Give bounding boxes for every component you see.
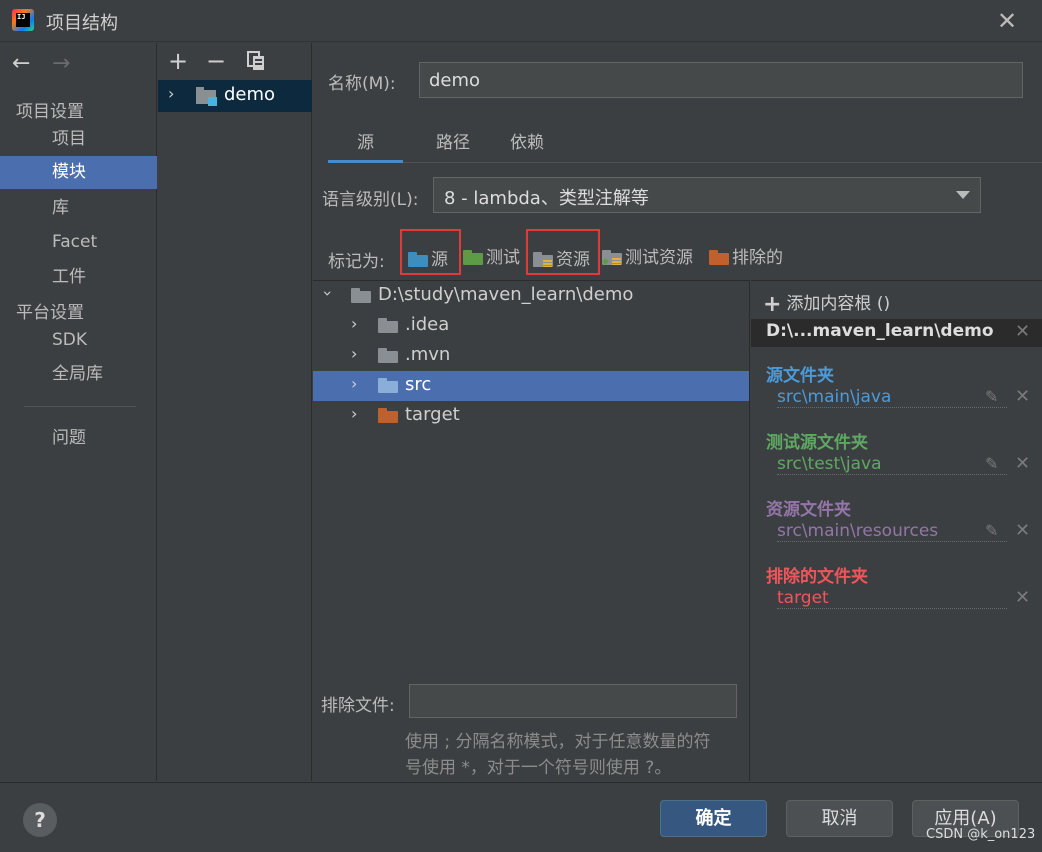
module-name: demo — [224, 84, 276, 105]
excluded-folders-title: 排除的文件夹 — [766, 567, 868, 587]
remove-icon[interactable]: ✕ — [1015, 453, 1030, 474]
nav-section-project-settings: 项目设置 — [16, 102, 84, 122]
edit-pencil-icon[interactable]: ✎ — [985, 387, 998, 406]
module-list-panel: + − › demo — [158, 43, 312, 781]
title-bar: IJ 项目结构 ✕ — [0, 0, 1042, 42]
chevron-right-icon[interactable]: › — [351, 314, 357, 333]
test-source-folders-title: 测试源文件夹 — [766, 433, 868, 453]
chevron-right-icon[interactable]: › — [168, 84, 174, 103]
nav-item-libraries[interactable]: 库 — [0, 192, 157, 225]
language-level-label: 语言级别(L): — [322, 190, 419, 210]
chevron-right-icon[interactable]: › — [351, 374, 357, 393]
forward-arrow-icon[interactable]: → — [52, 51, 70, 77]
ok-button[interactable]: 确定 — [660, 800, 767, 837]
intellij-logo-icon: IJ — [12, 9, 34, 31]
nav-divider — [24, 406, 136, 407]
folder-icon — [351, 288, 371, 308]
test-folder-icon — [463, 250, 483, 265]
module-tabs: 源 路径 依赖 — [328, 127, 1042, 163]
chevron-right-icon[interactable]: › — [351, 404, 357, 423]
remove-icon[interactable]: ✕ — [1015, 520, 1030, 541]
remove-module-button[interactable]: − — [203, 48, 229, 74]
exclude-hint: 使用 ; 分隔名称模式，对于任意数量的符 — [405, 732, 711, 752]
tab-paths[interactable]: 路径 — [416, 127, 490, 163]
tree-label: target — [405, 404, 460, 425]
content-root-path: D:\...maven_learn\demo — [766, 321, 994, 341]
plus-icon: + — [763, 292, 782, 317]
content-roots-panel: + 添加内容根 () D:\...maven_learn\demo ✕ 源文件夹 … — [751, 280, 1042, 781]
close-icon[interactable]: ✕ — [994, 8, 1020, 34]
tree-label: .idea — [405, 314, 450, 335]
nav-section-platform-settings: 平台设置 — [16, 303, 84, 323]
content-root-header: D:\...maven_learn\demo ✕ — [751, 319, 1042, 347]
tree-label: .mvn — [405, 344, 451, 365]
source-folder-path: src\main\java — [777, 387, 1007, 408]
chevron-right-icon[interactable]: › — [351, 344, 357, 363]
folder-icon — [378, 318, 398, 338]
language-level-value: 8 - lambda、类型注解等 — [444, 188, 649, 209]
resource-folder-path: src\main\resources — [777, 521, 1007, 542]
mark-as-test-resources-button[interactable]: 测试资源 — [602, 243, 693, 269]
tree-row-root[interactable]: › D:\study\maven_learn\demo — [313, 281, 749, 311]
folder-icon — [378, 378, 398, 398]
test-source-folder-path: src\test\java — [777, 454, 1007, 475]
mark-as-sources-button[interactable]: 源 — [400, 229, 461, 275]
mark-as-excluded-button[interactable]: 排除的 — [709, 243, 783, 269]
module-settings-panel: 名称(M): 源 路径 依赖 语言级别(L): 8 - lambda、类型注解等… — [313, 43, 1042, 781]
cancel-button[interactable]: 取消 — [786, 800, 893, 837]
help-button[interactable]: ? — [23, 803, 57, 837]
test-resource-folder-icon — [602, 250, 622, 265]
watermark: CSDN @k_on123 — [926, 827, 1036, 842]
exclude-hint: 号使用 *，对于一个符号则使用 ?。 — [405, 758, 672, 778]
settings-nav: ← → 项目设置 项目 模块 库 Facet 工件 平台设置 SDK 全局库 问… — [0, 43, 157, 781]
module-name-input[interactable] — [419, 62, 1023, 98]
add-content-root-button[interactable]: + 添加内容根 () — [763, 289, 890, 317]
dialog-footer: ? 确定 取消 应用(A) CSDN @k_on123 — [0, 782, 1042, 852]
nav-item-facets[interactable]: Facet — [0, 226, 157, 259]
tree-row[interactable]: › .idea — [313, 311, 749, 341]
nav-item-global-libraries[interactable]: 全局库 — [0, 358, 157, 391]
edit-pencil-icon[interactable]: ✎ — [985, 454, 998, 473]
excluded-folder-path: target — [777, 588, 1007, 609]
remove-root-icon[interactable]: ✕ — [1015, 321, 1030, 342]
add-module-button[interactable]: + — [165, 48, 191, 74]
nav-item-artifacts[interactable]: 工件 — [0, 261, 157, 294]
source-folder-icon — [408, 252, 428, 267]
mark-as-resources-button[interactable]: 资源 — [526, 229, 600, 275]
folder-icon — [378, 348, 398, 368]
mark-as-tests-button[interactable]: 测试 — [463, 243, 520, 269]
chevron-down-icon[interactable]: › — [319, 290, 338, 296]
excluded-folder-icon — [709, 250, 729, 265]
dropdown-arrow-icon — [956, 191, 970, 199]
remove-icon[interactable]: ✕ — [1015, 386, 1030, 407]
exclude-files-input[interactable] — [409, 684, 737, 718]
excluded-folder-icon — [378, 408, 398, 428]
tree-label: D:\study\maven_learn\demo — [378, 284, 634, 305]
resource-folders-title: 资源文件夹 — [766, 500, 851, 520]
nav-item-project[interactable]: 项目 — [0, 123, 157, 156]
tree-row[interactable]: › .mvn — [313, 341, 749, 371]
tab-sources[interactable]: 源 — [328, 127, 403, 163]
module-toolbar: + − — [158, 43, 312, 79]
mark-as-label: 标记为: — [328, 252, 385, 272]
nav-item-modules[interactable]: 模块 — [0, 156, 157, 189]
copy-icon[interactable] — [243, 48, 269, 74]
module-list-item[interactable]: › demo — [158, 80, 312, 112]
exclude-files-label: 排除文件: — [321, 696, 395, 716]
edit-pencil-icon[interactable]: ✎ — [985, 521, 998, 540]
tree-row-selected[interactable]: › src — [313, 371, 749, 401]
window-title: 项目结构 — [46, 13, 118, 34]
source-folders-title: 源文件夹 — [766, 366, 834, 386]
remove-icon[interactable]: ✕ — [1015, 587, 1030, 608]
tree-label: src — [405, 374, 432, 395]
nav-item-problems[interactable]: 问题 — [0, 422, 157, 455]
tree-row[interactable]: › target — [313, 401, 749, 431]
module-folder-icon — [196, 87, 218, 112]
resource-folder-icon — [533, 252, 553, 267]
name-label: 名称(M): — [328, 74, 396, 94]
back-arrow-icon[interactable]: ← — [12, 51, 30, 77]
language-level-select[interactable]: 8 - lambda、类型注解等 — [433, 177, 981, 213]
tab-dependencies[interactable]: 依赖 — [490, 127, 564, 163]
nav-item-sdk[interactable]: SDK — [0, 324, 157, 357]
